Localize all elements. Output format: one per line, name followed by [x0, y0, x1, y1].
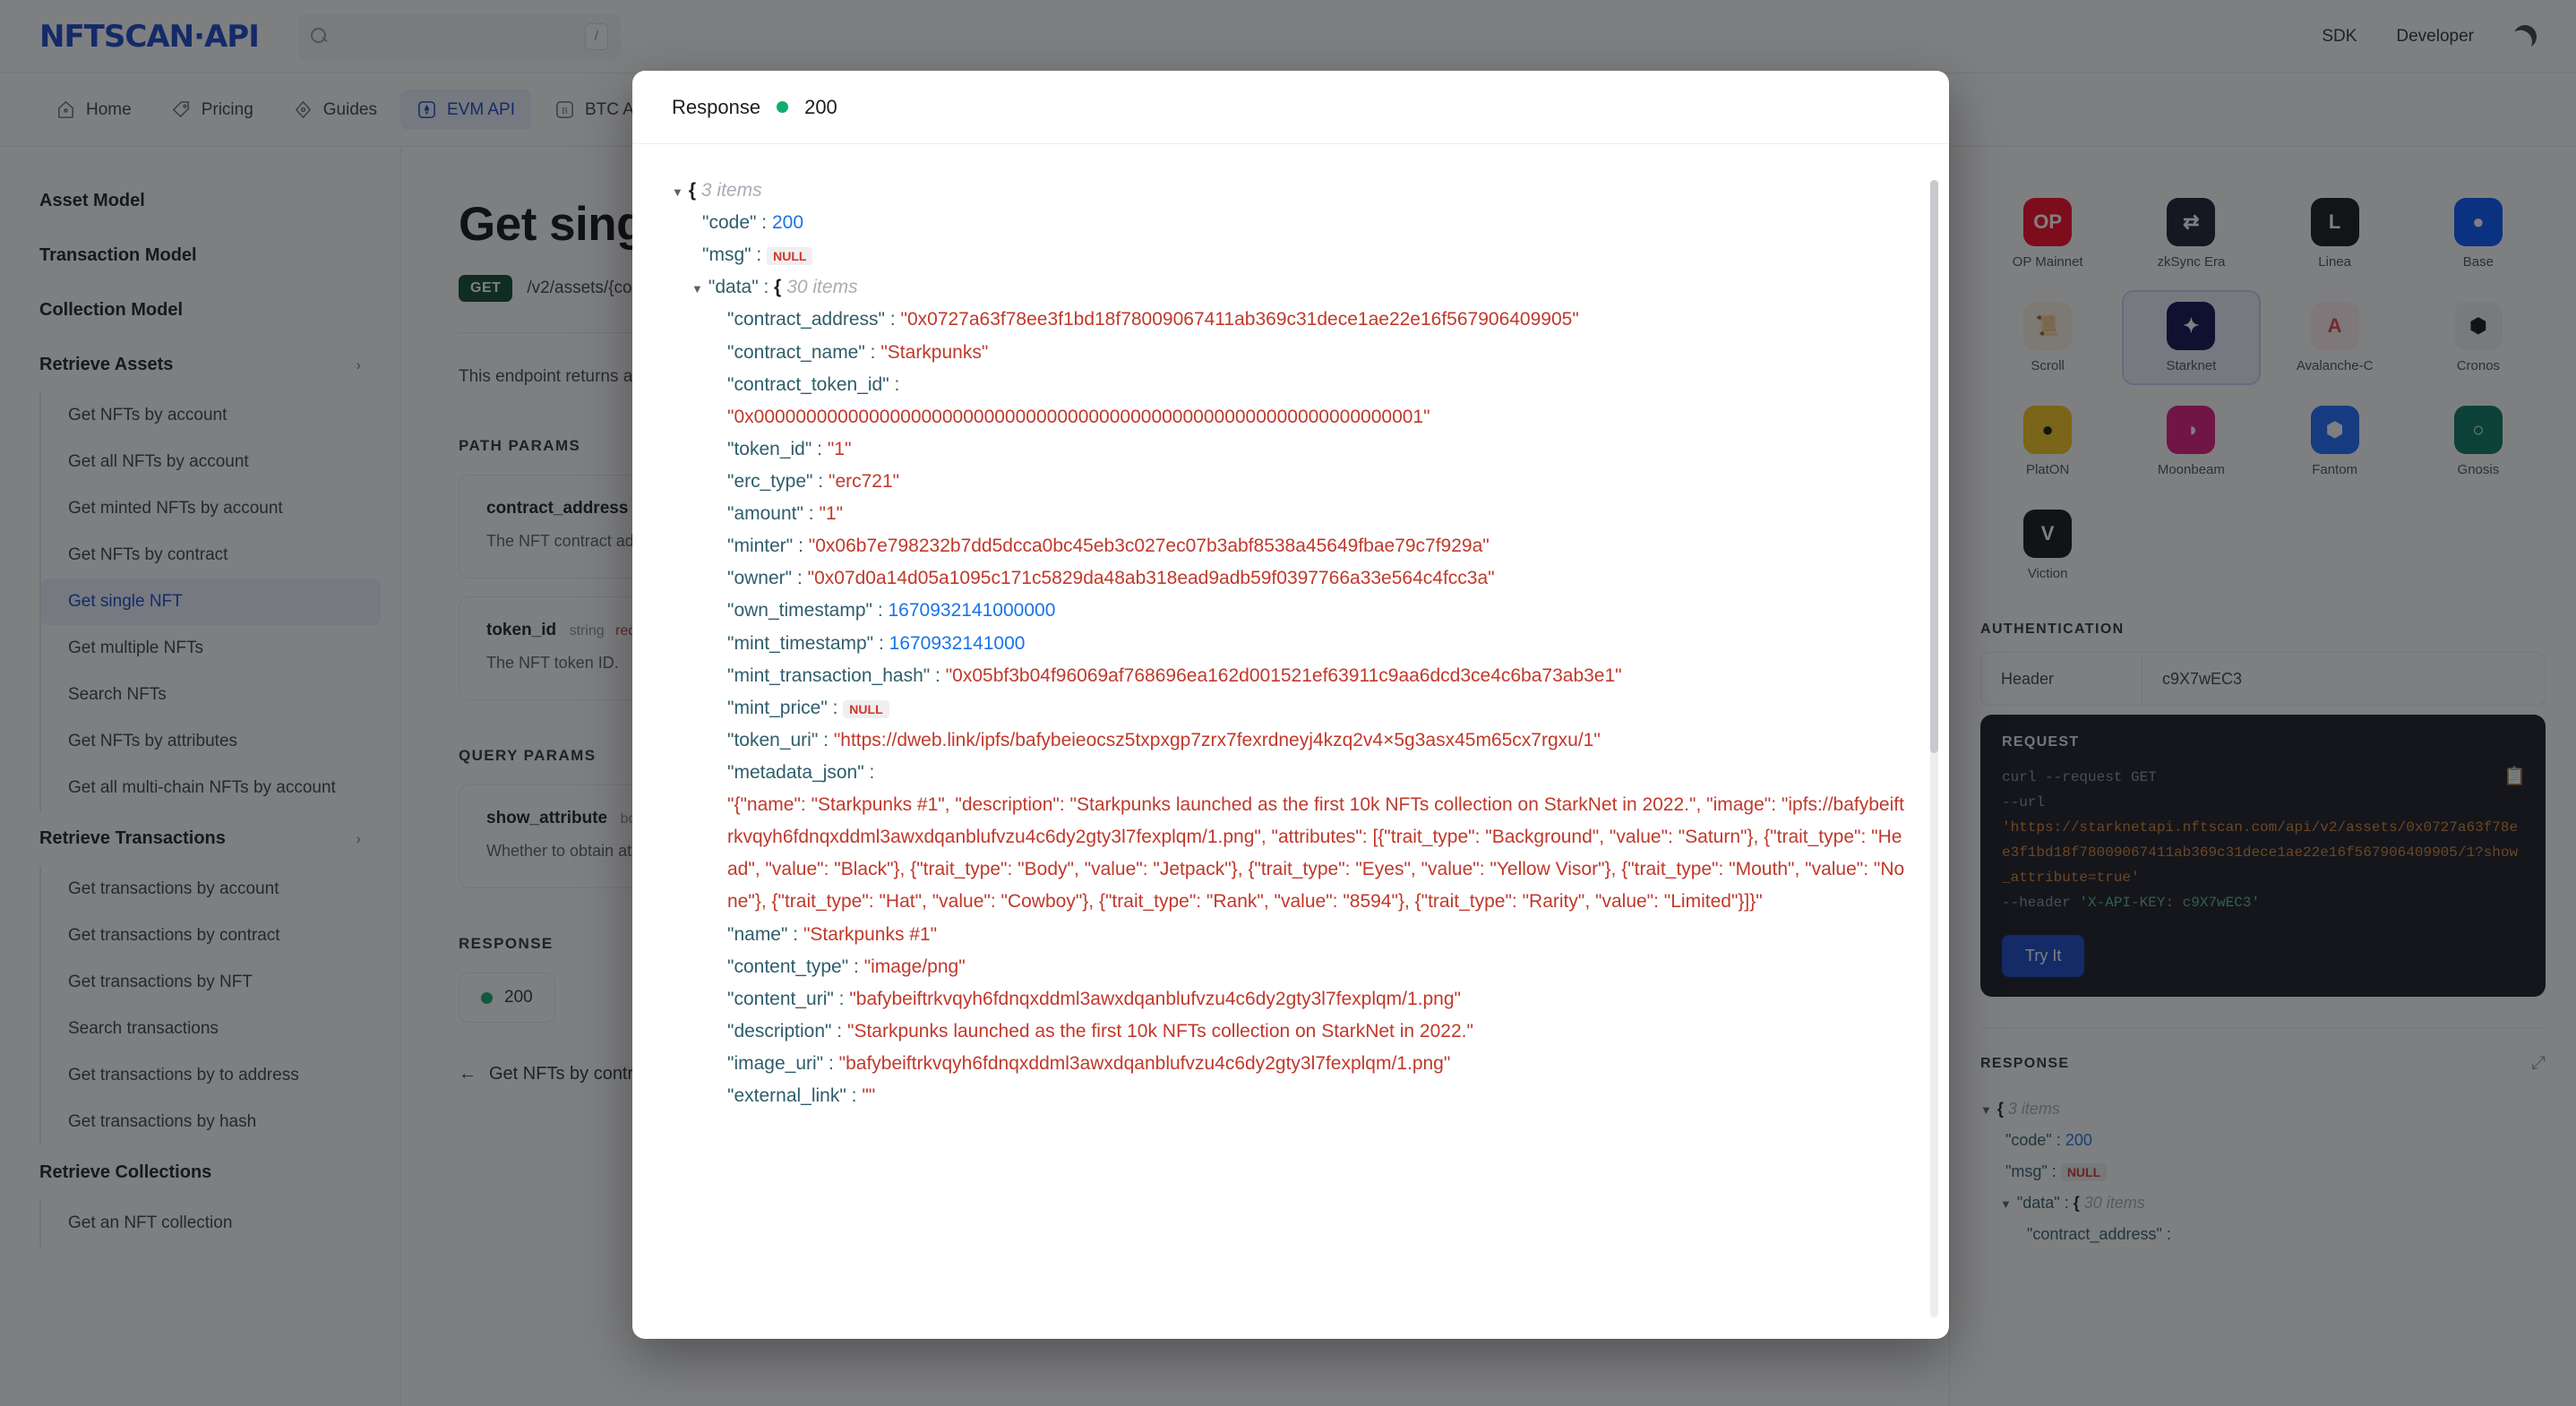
json-row-erc-type: "erc_type" : "erc721"	[727, 470, 900, 492]
json-key: "contract_address"	[727, 309, 885, 330]
json-key: "erc_type"	[727, 470, 813, 492]
json-row-metadata-json: "metadata_json" : "{"name": "Starkpunks …	[672, 757, 1910, 919]
json-value: "image/png"	[863, 956, 966, 977]
json-key: "contract_name"	[727, 341, 865, 363]
json-value: NULL	[767, 247, 813, 266]
json-value: "1"	[819, 503, 844, 525]
json-key: "code"	[702, 212, 757, 234]
json-row-mint-transaction-hash: "mint_transaction_hash" : "0x05bf3b04f96…	[727, 664, 1622, 686]
json-row-amount: "amount" : "1"	[727, 503, 844, 525]
json-key: "data"	[708, 277, 759, 298]
json-key: "contract_token_id"	[727, 373, 889, 395]
json-value: "erc721"	[828, 470, 900, 492]
json-row-name: "name" : "Starkpunks #1"	[727, 923, 938, 945]
json-key: "mint_timestamp"	[727, 632, 874, 654]
json-row-contract-name: "contract_name" : "Starkpunks"	[727, 341, 989, 363]
json-key: "image_uri"	[727, 1052, 824, 1074]
json-key: "external_link"	[727, 1085, 846, 1107]
modal-title: Response	[672, 95, 761, 118]
json-root-items: 3 items	[700, 180, 762, 201]
json-key: "content_uri"	[727, 988, 834, 1009]
json-row-contract-address: "contract_address" : "0x0727a63f78ee3f1b…	[727, 309, 1579, 330]
modal-status-code: 200	[804, 95, 837, 118]
json-key: "metadata_json"	[727, 761, 864, 783]
json-row-content-type: "content_type" : "image/png"	[727, 956, 966, 977]
modal-status-dot-icon	[777, 101, 789, 113]
json-value: "bafybeiftrkvqyh6fdnqxddml3awxdqanblufvz…	[849, 988, 1461, 1009]
json-items-count: 30 items	[786, 277, 858, 298]
json-row-token-uri: "token_uri" : "https://dweb.link/ipfs/ba…	[727, 729, 1601, 750]
json-value: 1670932141000000	[888, 600, 1056, 622]
json-key: "content_type"	[727, 956, 849, 977]
json-key: "amount"	[727, 503, 803, 525]
json-value: "0x0727a63f78ee3f1bd18f78009067411ab369c…	[900, 309, 1579, 330]
json-row-own-timestamp: "own_timestamp" : 1670932141000000	[727, 600, 1056, 622]
json-key: "token_uri"	[727, 729, 819, 750]
json-key: "minter"	[727, 536, 794, 557]
json-value: "0x07d0a14d05a1095c171c5829da48ab318ead9…	[807, 568, 1495, 589]
json-viewer: ▼{ 3 items "code" : 200 "msg" : NULL ▼ "d…	[672, 175, 1910, 1112]
modal-header: Response 200	[632, 71, 1949, 144]
json-key: "token_id"	[727, 438, 812, 459]
json-value: "{"name": "Starkpunks #1", "description"…	[727, 794, 1905, 913]
json-key: "description"	[727, 1020, 832, 1042]
json-key: "own_timestamp"	[727, 600, 872, 622]
json-row-mint-timestamp: "mint_timestamp" : 1670932141000	[727, 632, 1026, 654]
modal-scrollbar-thumb[interactable]	[1930, 180, 1938, 753]
json-value: NULL	[843, 699, 889, 718]
json-key: "name"	[727, 923, 788, 945]
modal-body: ▼{ 3 items "code" : 200 "msg" : NULL ▼ "d…	[632, 144, 1949, 1339]
caret-down-icon[interactable]: ▼	[691, 279, 703, 299]
json-row-code: "code" : 200	[702, 212, 804, 234]
json-key: "mint_transaction_hash"	[727, 664, 931, 686]
json-value: ""	[862, 1085, 876, 1107]
json-row-external-link: "external_link" : ""	[727, 1085, 876, 1107]
response-modal: Response 200 ▼{ 3 items "code" : 200 "ms…	[632, 71, 1949, 1339]
json-value: 1670932141000	[889, 632, 1026, 654]
json-value: "0x0000000000000000000000000000000000000…	[727, 406, 1430, 427]
json-row-contract-token-id: "contract_token_id" : "0x000000000000000…	[672, 369, 1910, 433]
json-row-msg: "msg" : NULL	[672, 239, 1910, 271]
json-key: "msg"	[702, 244, 751, 266]
json-row-minter: "minter" : "0x06b7e798232b7dd5dcca0bc45e…	[727, 536, 1490, 557]
json-row-description: "description" : "Starkpunks launched as …	[727, 1020, 1473, 1042]
json-value: "Starkpunks"	[880, 341, 989, 363]
json-row-mint-price: "mint_price" : NULL	[672, 692, 1910, 724]
json-row-content-uri: "content_uri" : "bafybeiftrkvqyh6fdnqxdd…	[727, 988, 1461, 1009]
json-value: "1"	[827, 438, 852, 459]
json-value: "bafybeiftrkvqyh6fdnqxddml3awxdqanblufvz…	[838, 1052, 1451, 1074]
json-key: "owner"	[727, 568, 793, 589]
json-value: "Starkpunks #1"	[803, 923, 938, 945]
json-row-token-id: "token_id" : "1"	[727, 438, 852, 459]
json-value: "Starkpunks launched as the first 10k NF…	[846, 1020, 1473, 1042]
json-value: 200	[771, 212, 804, 234]
caret-down-icon[interactable]: ▼	[672, 183, 683, 202]
json-row-image-uri: "image_uri" : "bafybeiftrkvqyh6fdnqxddml…	[727, 1052, 1451, 1074]
json-value: "https://dweb.link/ipfs/bafybeieocsz5txp…	[833, 729, 1601, 750]
json-value: "0x06b7e798232b7dd5dcca0bc45eb3c027ec07b…	[808, 536, 1490, 557]
json-row-data: ▼ "data" : { 30 items	[672, 271, 1910, 304]
json-value: "0x05bf3b04f96069af768696ea162d001521ef6…	[945, 664, 1622, 686]
json-row-owner: "owner" : "0x07d0a14d05a1095c171c5829da4…	[727, 568, 1495, 589]
json-key: "mint_price"	[727, 697, 828, 718]
modal-scrollbar[interactable]	[1930, 180, 1938, 1317]
json-root-row: ▼{ 3 items	[672, 175, 1910, 207]
